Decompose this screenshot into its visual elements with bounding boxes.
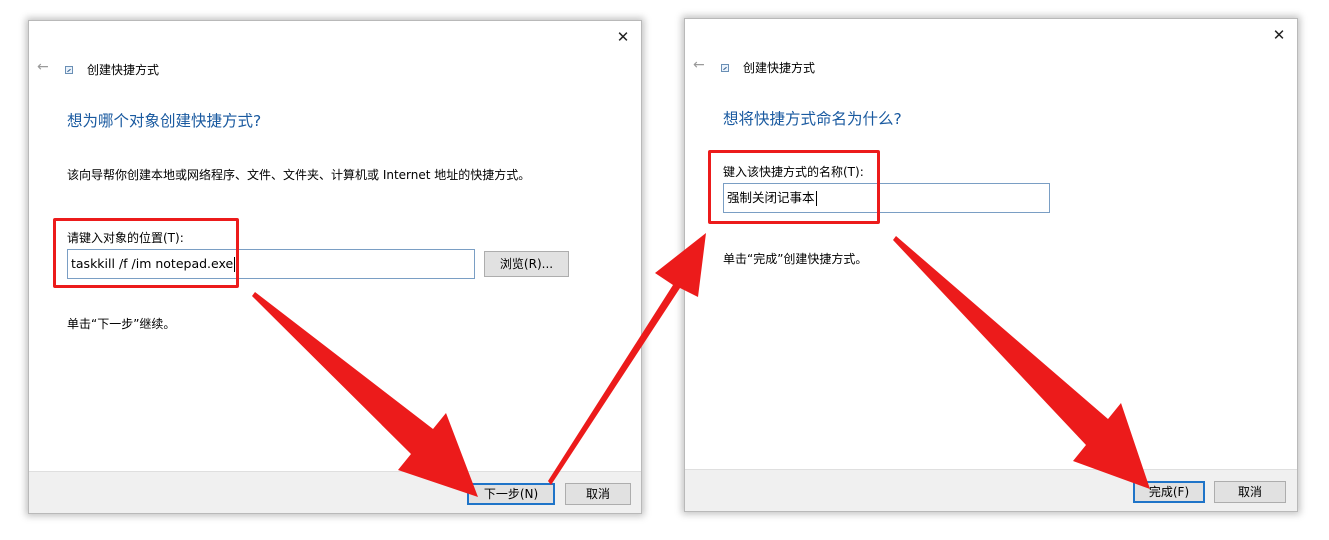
dialog-footer bbox=[685, 469, 1297, 511]
shortcut-name-label: 键入该快捷方式的名称(T): bbox=[723, 165, 864, 179]
close-icon[interactable]: ✕ bbox=[1269, 25, 1289, 45]
finish-button[interactable]: 完成(F) bbox=[1133, 481, 1205, 503]
shortcut-wizard-icon bbox=[65, 66, 73, 74]
location-input-value: taskkill /f /im notepad.exe bbox=[71, 256, 234, 271]
shortcut-wizard-icon bbox=[721, 64, 729, 72]
wizard-description: 该向导帮你创建本地或网络程序、文件、文件夹、计算机或 Internet 地址的快… bbox=[67, 168, 531, 182]
back-arrow-icon[interactable]: ← bbox=[693, 57, 705, 73]
browse-button[interactable]: 浏览(R)... bbox=[484, 251, 569, 277]
create-shortcut-dialog-step1: ✕ ← 创建快捷方式 想为哪个对象创建快捷方式? 该向导帮你创建本地或网络程序、… bbox=[28, 20, 642, 514]
back-arrow-icon[interactable]: ← bbox=[37, 59, 49, 75]
page-heading: 想为哪个对象创建快捷方式? bbox=[67, 112, 262, 130]
finish-hint: 单击“完成”创建快捷方式。 bbox=[723, 252, 868, 266]
text-caret bbox=[234, 257, 236, 272]
dialog-title: 创建快捷方式 bbox=[87, 63, 160, 77]
cancel-button[interactable]: 取消 bbox=[1214, 481, 1286, 503]
cancel-button[interactable]: 取消 bbox=[565, 483, 631, 505]
location-input[interactable]: taskkill /f /im notepad.exe bbox=[67, 249, 475, 279]
next-hint: 单击“下一步”继续。 bbox=[67, 317, 176, 331]
location-label: 请键入对象的位置(T): bbox=[67, 231, 184, 245]
close-icon[interactable]: ✕ bbox=[613, 27, 633, 47]
shortcut-name-input[interactable]: 强制关闭记事本 bbox=[723, 183, 1050, 213]
page-heading: 想将快捷方式命名为什么? bbox=[723, 110, 902, 128]
dialog-title: 创建快捷方式 bbox=[743, 61, 816, 75]
next-button[interactable]: 下一步(N) bbox=[467, 483, 555, 505]
create-shortcut-dialog-step2: ✕ ← 创建快捷方式 想将快捷方式命名为什么? 键入该快捷方式的名称(T): 强… bbox=[684, 18, 1298, 512]
shortcut-name-value: 强制关闭记事本 bbox=[727, 190, 815, 205]
text-caret bbox=[815, 191, 817, 206]
